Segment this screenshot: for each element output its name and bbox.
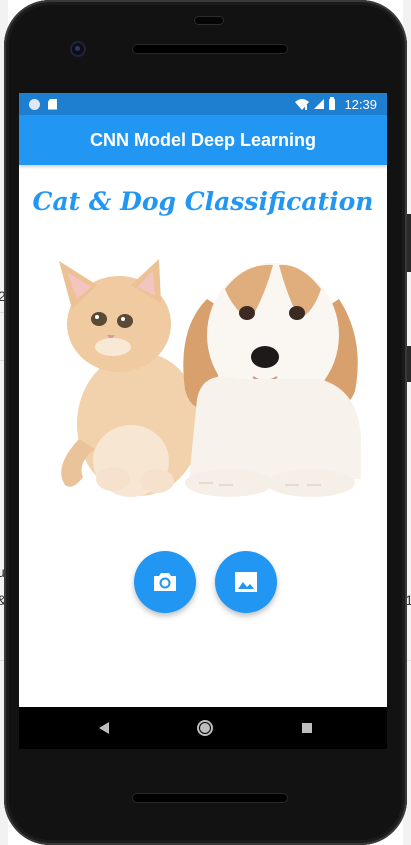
status-time: 12:39: [344, 96, 377, 112]
app-screen: 12:39 CNN Model Deep Learning Cat & Dog …: [19, 93, 387, 707]
front-camera: [70, 41, 86, 57]
home-circle-icon: [197, 720, 213, 736]
app-bar: CNN Model Deep Learning: [19, 115, 387, 165]
recents-button[interactable]: [297, 718, 317, 738]
signal-icon: [314, 99, 325, 109]
cat-and-dog-photo: [39, 239, 367, 513]
back-triangle-icon: [99, 722, 109, 734]
battery-icon: [329, 96, 336, 110]
top-speaker: [132, 44, 288, 54]
sd-card-icon: [48, 98, 57, 110]
image-gallery-icon: [235, 572, 257, 592]
home-button[interactable]: [195, 718, 215, 738]
camera-button[interactable]: [134, 551, 196, 613]
wifi-icon: [295, 98, 310, 110]
recents-square-icon: [302, 723, 312, 733]
circle-icon: [29, 98, 40, 110]
app-title: CNN Model Deep Learning: [89, 129, 317, 150]
volume-button: [407, 214, 411, 272]
earpiece-slot: [194, 16, 224, 25]
page-headline: Cat & Dog Classification: [32, 187, 374, 216]
system-navigation-bar: [19, 707, 387, 749]
camera-icon: [154, 573, 176, 591]
power-button: [407, 346, 411, 382]
bottom-speaker: [132, 793, 288, 803]
back-button[interactable]: [94, 718, 114, 738]
hero-illustration: [39, 239, 367, 513]
main-content: Cat & Dog Classification: [19, 165, 387, 707]
gallery-button[interactable]: [215, 551, 277, 613]
status-bar: 12:39: [19, 93, 387, 115]
